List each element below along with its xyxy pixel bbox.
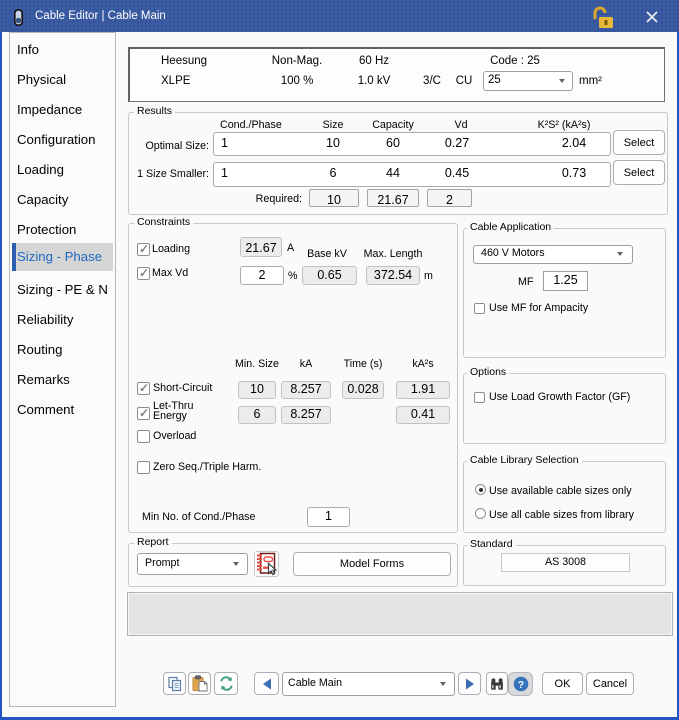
svg-text:?: ? bbox=[517, 679, 523, 691]
